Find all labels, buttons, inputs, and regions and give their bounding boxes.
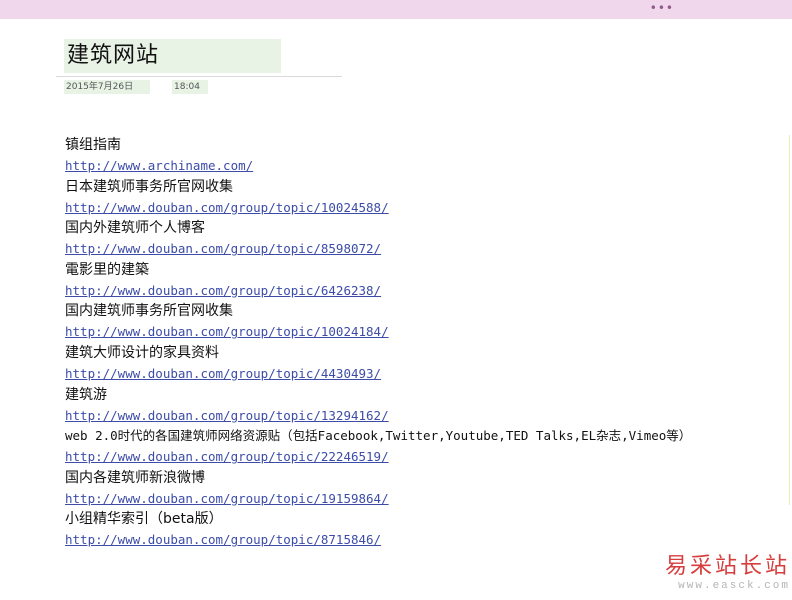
note-date: 2015年7月26日 — [64, 80, 150, 94]
title-divider — [56, 76, 342, 77]
item-label: 国内外建筑师个人博客 — [65, 220, 205, 237]
note-page: ••• 建筑网站 2015年7月26日 18:04 镇组指南 http://ww… — [0, 0, 792, 600]
item-link[interactable]: http://www.douban.com/group/topic/132941… — [65, 405, 765, 427]
item-link[interactable]: http://www.archiname.com/ — [65, 155, 765, 177]
more-dots-icon[interactable]: ••• — [650, 2, 674, 14]
watermark-url: www.easck.com — [678, 580, 790, 592]
note-content: 镇组指南 http://www.archiname.com/ 日本建筑师事务所官… — [65, 135, 765, 551]
item-label: 電影里的建築 — [65, 261, 149, 278]
item-link[interactable]: http://www.douban.com/group/topic/871584… — [65, 529, 765, 551]
item-link[interactable]: http://www.douban.com/group/topic/191598… — [65, 488, 765, 510]
item-label: web 2.0时代的各国建筑师网络资源贴（包括Facebook,Twitter,… — [65, 428, 692, 444]
item-label: 建筑游 — [65, 386, 107, 403]
item-link[interactable]: http://www.douban.com/group/topic/100241… — [65, 321, 765, 343]
item-link[interactable]: http://www.douban.com/group/topic/859807… — [65, 238, 765, 260]
top-bar: ••• — [0, 0, 792, 19]
item-label: 建筑大师设计的家具资料 — [65, 344, 219, 361]
item-link[interactable]: http://www.douban.com/group/topic/222465… — [65, 446, 765, 468]
item-label: 小组精华索引（beta版） — [65, 511, 223, 528]
item-link[interactable]: http://www.douban.com/group/topic/443049… — [65, 363, 765, 385]
item-label: 国内各建筑师新浪微博 — [65, 469, 205, 486]
item-label: 镇组指南 — [65, 137, 121, 153]
watermark-title: 易采站长站 — [664, 554, 790, 579]
item-link[interactable]: http://www.douban.com/group/topic/100245… — [65, 197, 765, 219]
item-link[interactable]: http://www.douban.com/group/topic/642623… — [65, 280, 765, 302]
note-time: 18:04 — [172, 80, 208, 94]
margin-line — [789, 135, 790, 505]
page-title[interactable]: 建筑网站 — [67, 42, 159, 70]
item-label: 国内建筑师事务所官网收集 — [65, 303, 233, 320]
watermark: 易采站长站 www.easck.com — [665, 554, 790, 592]
item-label: 日本建筑师事务所官网收集 — [65, 178, 233, 195]
